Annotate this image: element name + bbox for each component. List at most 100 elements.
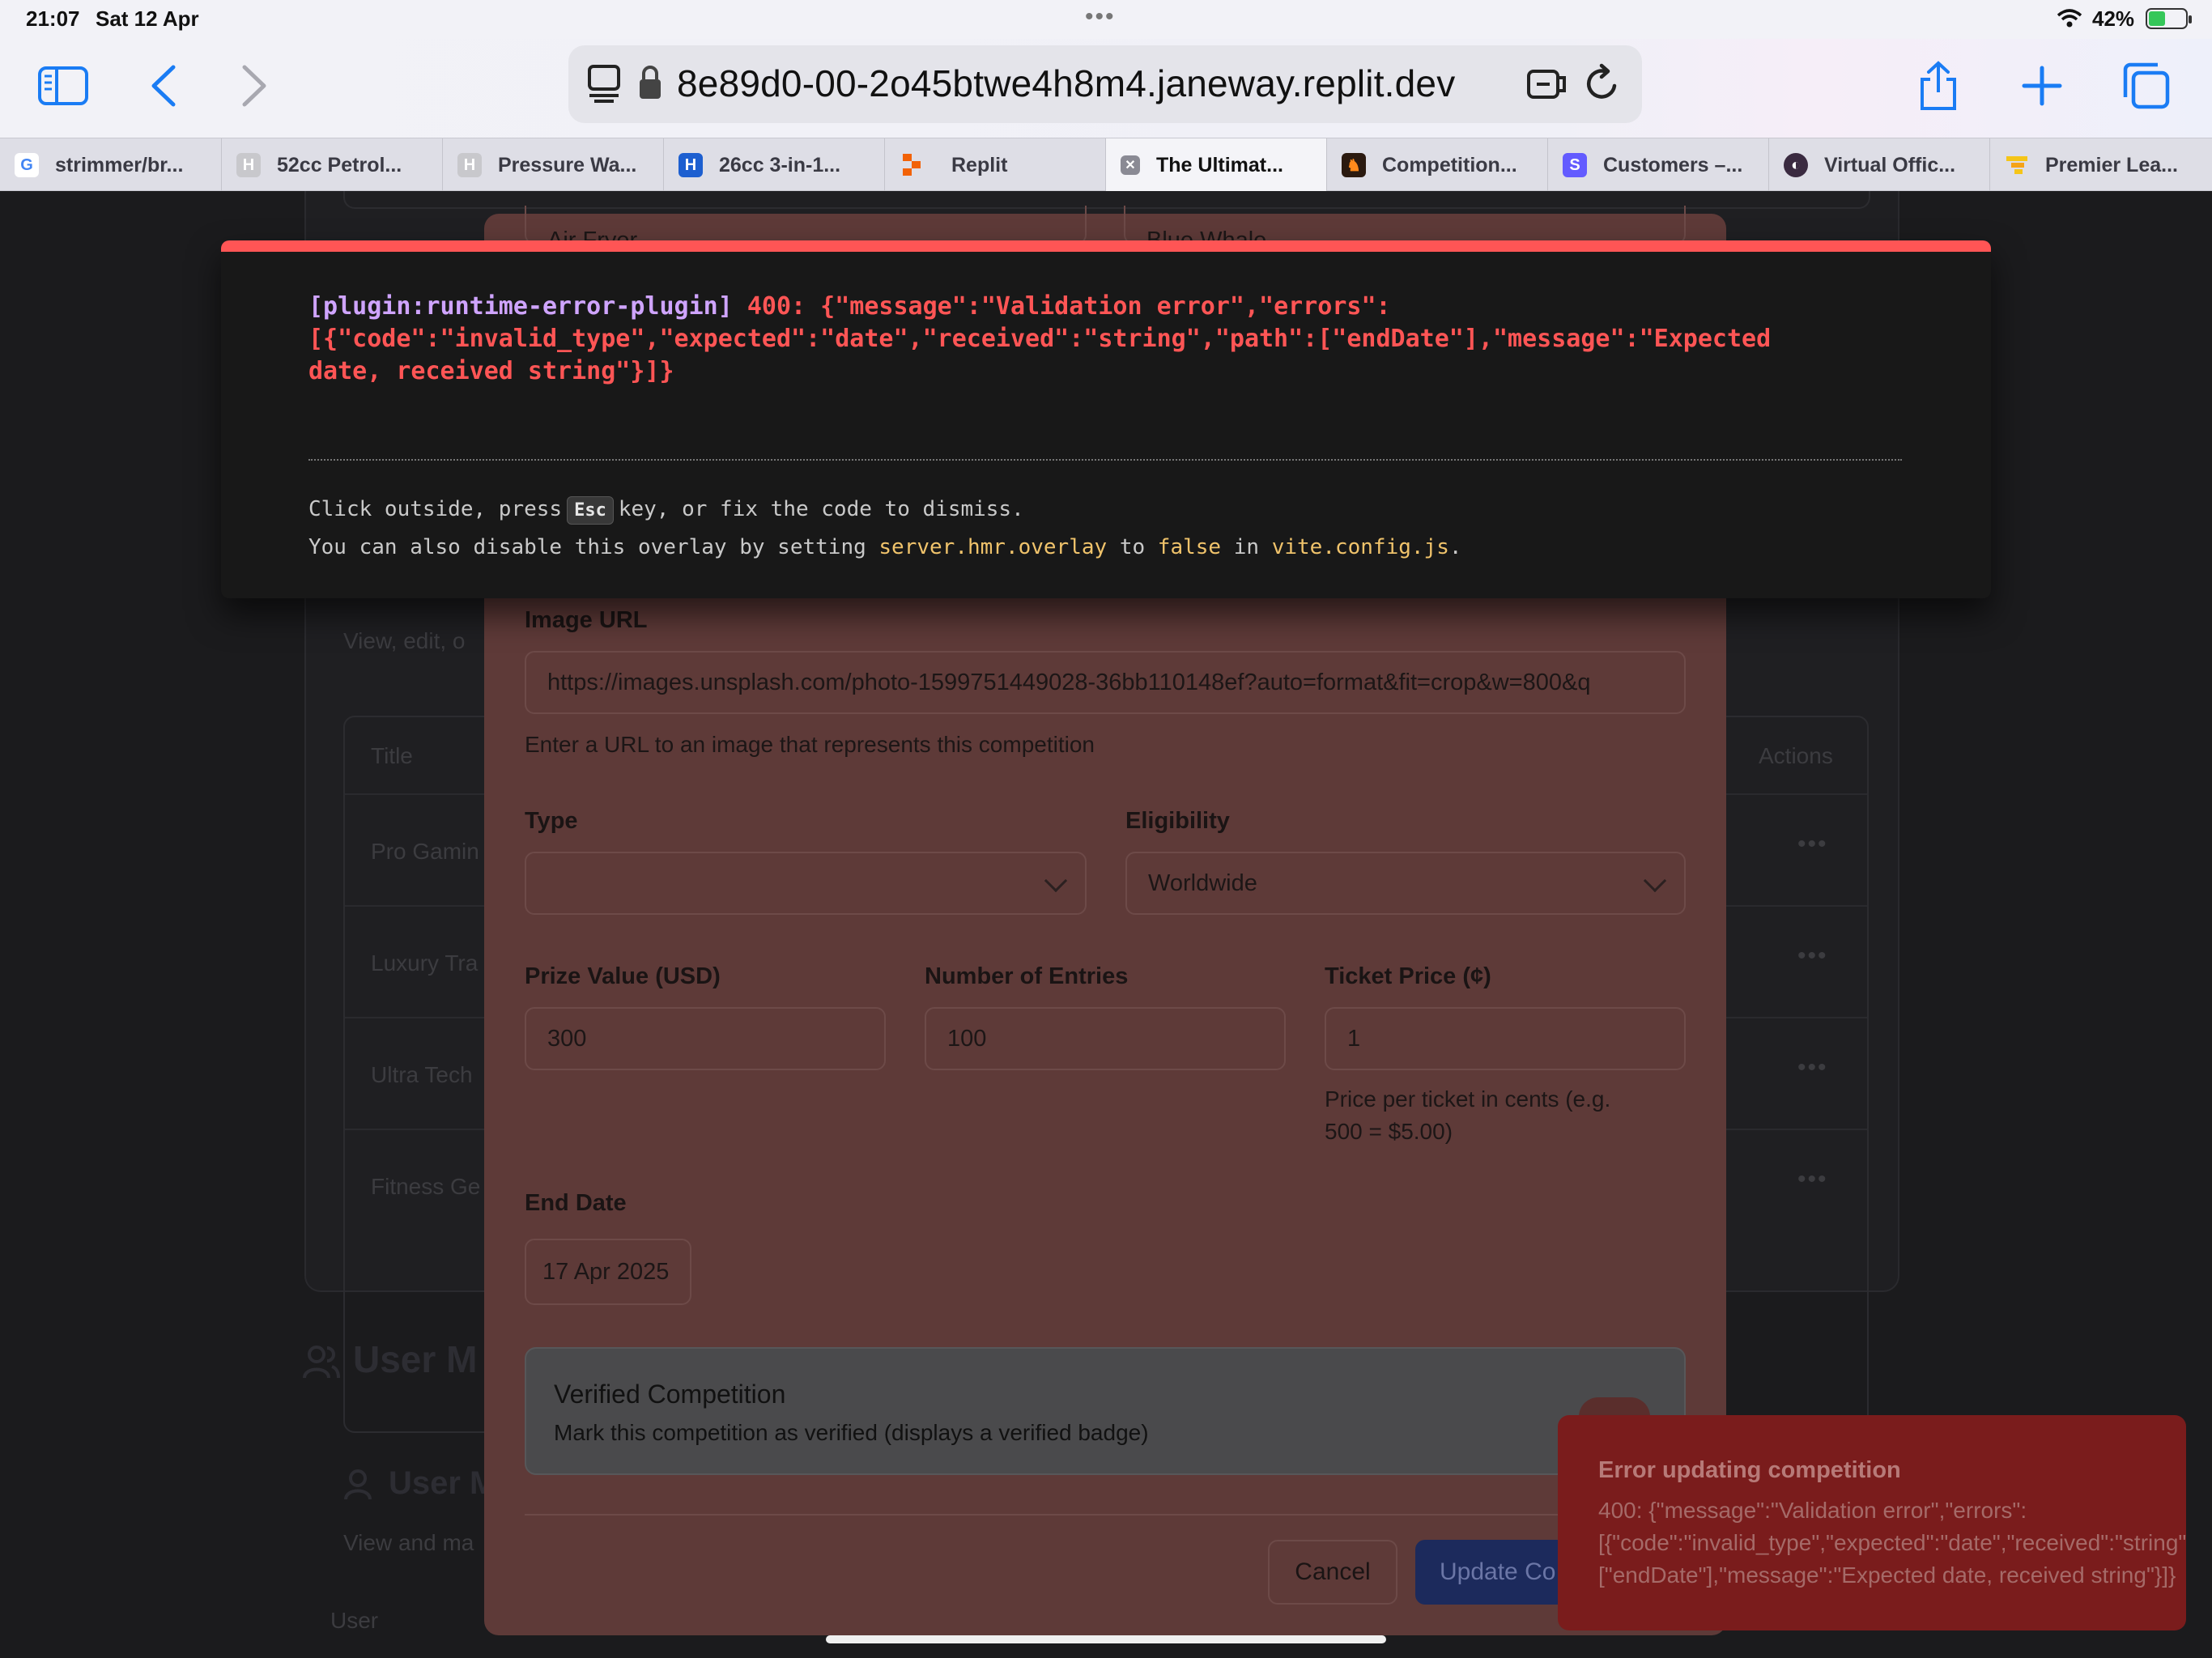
battery-icon xyxy=(2146,8,2192,29)
eligibility-label: Eligibility xyxy=(1125,808,1230,834)
toast-title: Error updating competition xyxy=(1598,1457,1901,1483)
col-title: Title xyxy=(371,743,413,768)
eligibility-select[interactable]: Worldwide xyxy=(1125,852,1686,915)
tab-label: Virtual Offic... xyxy=(1824,153,1956,176)
sidebar-toggle-icon[interactable] xyxy=(34,57,92,115)
h-icon: H xyxy=(457,153,482,177)
site-icon: ♞ xyxy=(1342,153,1366,177)
tab-label: Competition... xyxy=(1382,153,1517,176)
multitasking-dots-icon[interactable]: ••• xyxy=(1085,3,1116,31)
user-card-heading: User M xyxy=(389,1465,497,1501)
row-actions-icon[interactable]: ••• xyxy=(1797,1166,1828,1193)
h-blue-icon: H xyxy=(678,153,703,177)
tab-1[interactable]: G strimmer/br... xyxy=(0,138,222,192)
image-url-label: Image URL xyxy=(525,607,648,633)
ticket-price-input[interactable]: 1 xyxy=(1325,1007,1686,1070)
verified-title: Verified Competition xyxy=(554,1380,786,1409)
dismiss-tip: Click outside, press Esc key, or fix the c… xyxy=(308,496,1928,525)
forward-icon[interactable] xyxy=(225,57,283,115)
share-icon[interactable] xyxy=(1909,57,1967,115)
tab-label: Customers –... xyxy=(1603,153,1743,176)
entries-label: Number of Entries xyxy=(925,963,1129,989)
close-tab-icon[interactable]: ✕ xyxy=(1121,155,1140,175)
image-url-input[interactable]: https://images.unsplash.com/photo-159975… xyxy=(525,651,1686,714)
tab-10[interactable]: Premier Lea... xyxy=(1990,138,2212,192)
tab-5[interactable]: Replit xyxy=(885,138,1106,192)
vite-error-overlay[interactable]: [plugin:runtime-error-plugin] 400: {"mes… xyxy=(221,240,1991,598)
reload-icon[interactable] xyxy=(1584,63,1621,104)
disable-overlay-tip: You can also disable this overlay by set… xyxy=(308,535,1928,559)
col-actions: Actions xyxy=(1759,743,1833,768)
tip-text: Click outside, press xyxy=(308,497,563,521)
status-time: 21:07 xyxy=(26,6,80,31)
row-actions-icon[interactable]: ••• xyxy=(1797,942,1828,970)
reader-icon[interactable] xyxy=(586,63,622,104)
users-icon xyxy=(303,1346,340,1379)
entries-input[interactable]: 100 xyxy=(925,1007,1286,1070)
manage-subtitle: View, edit, o xyxy=(343,628,466,653)
lock-icon xyxy=(640,66,661,99)
tab-9[interactable]: ◐ Virtual Offic... xyxy=(1769,138,1990,192)
tip-code: server.hmr.overlay xyxy=(878,535,1108,559)
sponsor-field[interactable]: Blue Whale xyxy=(1124,206,1686,244)
error-toast[interactable]: Error updating competition 400: {"messag… xyxy=(1558,1415,2186,1630)
status-bar: 21:07 Sat 12 Apr ••• 42% xyxy=(0,0,2212,39)
ticket-price-help-2: 500 = $5.00) xyxy=(1325,1119,1453,1144)
end-date-label: End Date xyxy=(525,1190,627,1216)
tab-label: Replit xyxy=(951,153,1008,176)
replit-icon xyxy=(900,153,924,177)
h-icon: H xyxy=(236,153,261,177)
prize-value-input[interactable]: 300 xyxy=(525,1007,886,1070)
verified-description: Mark this competition as verified (displ… xyxy=(554,1420,1149,1445)
table-row[interactable]: Pro Gamin xyxy=(371,839,479,865)
row-actions-icon[interactable]: ••• xyxy=(1797,1054,1828,1082)
ticket-price-label: Ticket Price (¢) xyxy=(1325,963,1491,989)
address-bar[interactable]: 8e89d0-00-2o45btwe4h8m4.janeway.replit.d… xyxy=(568,45,1642,123)
tab-3[interactable]: H Pressure Wa... xyxy=(443,138,664,192)
user-icon xyxy=(344,1469,372,1500)
back-icon[interactable] xyxy=(134,57,193,115)
tab-7[interactable]: ♞ Competition... xyxy=(1327,138,1548,192)
tip-text: You can also disable this overlay by set… xyxy=(308,535,866,559)
end-date-picker[interactable]: 17 Apr 2025 xyxy=(525,1239,691,1305)
google-icon: G xyxy=(15,153,39,177)
tab-label: Pressure Wa... xyxy=(498,153,637,176)
tip-code: false xyxy=(1157,535,1222,559)
toast-body: 400: {"message":"Validation error","erro… xyxy=(1598,1498,2186,1588)
error-message: [plugin:runtime-error-plugin] 400: {"mes… xyxy=(308,291,1928,388)
tip-text: . xyxy=(1448,535,1462,559)
esc-key: Esc xyxy=(567,496,614,525)
stripe-icon: S xyxy=(1563,153,1587,177)
tab-label: 52cc Petrol... xyxy=(277,153,402,176)
tip-text: in xyxy=(1233,535,1260,559)
table-row[interactable]: Luxury Tra xyxy=(371,950,478,976)
row-actions-icon[interactable]: ••• xyxy=(1797,831,1828,858)
verified-setting: Verified Competition Mark this competiti… xyxy=(525,1347,1686,1475)
tip-code: vite.config.js xyxy=(1271,535,1449,559)
tab-label: strimmer/br... xyxy=(55,153,184,176)
tab-4[interactable]: H 26cc 3-in-1... xyxy=(664,138,885,192)
tab-label: Premier Lea... xyxy=(2045,153,2178,176)
extension-icon[interactable] xyxy=(1525,63,1569,104)
table-row[interactable]: Ultra Tech xyxy=(371,1062,473,1088)
image-url-help: Enter a URL to an image that represents … xyxy=(525,732,1095,757)
table-row[interactable]: Fitness Ge xyxy=(371,1174,480,1200)
prize-value-label: Prize Value (USD) xyxy=(525,963,721,989)
user-card-sub: View and ma xyxy=(343,1530,474,1555)
error-divider xyxy=(308,459,1902,461)
modal-divider xyxy=(525,1514,1686,1516)
tab-label: 26cc 3-in-1... xyxy=(719,153,841,176)
browser-toolbar: 8e89d0-00-2o45btwe4h8m4.janeway.replit.d… xyxy=(0,39,2212,138)
battery-percent: 42% xyxy=(2092,6,2135,31)
tab-2[interactable]: H 52cc Petrol... xyxy=(222,138,443,192)
title-field[interactable]: Air Fryer xyxy=(525,206,1087,244)
type-select[interactable] xyxy=(525,852,1087,915)
cancel-button[interactable]: Cancel xyxy=(1268,1540,1397,1605)
tab-8[interactable]: S Customers –... xyxy=(1548,138,1769,192)
chevron-down-icon xyxy=(1044,869,1068,893)
home-indicator[interactable] xyxy=(826,1635,1386,1643)
new-tab-icon[interactable] xyxy=(2013,57,2071,115)
tabs-overview-icon[interactable] xyxy=(2116,57,2175,115)
tab-6-active[interactable]: ✕ The Ultimat... xyxy=(1106,138,1327,192)
eligibility-select-value: Worldwide xyxy=(1148,869,1257,896)
